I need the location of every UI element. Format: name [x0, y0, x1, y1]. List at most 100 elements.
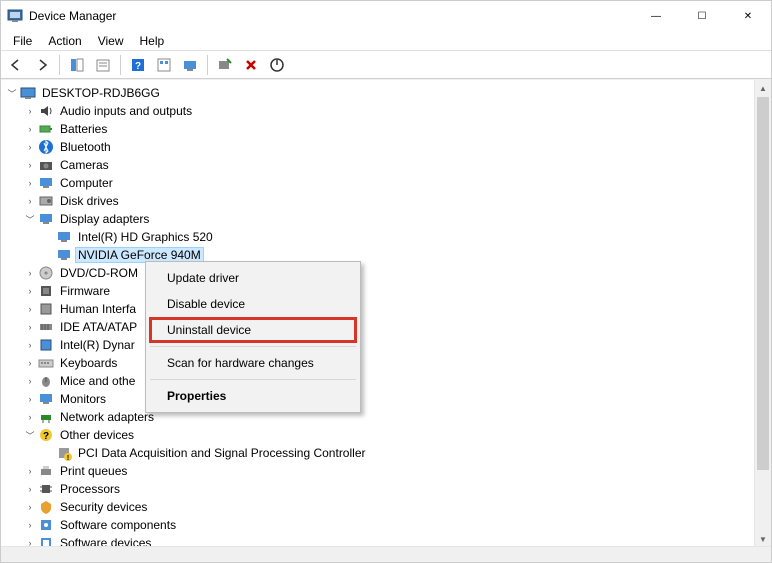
context-properties[interactable]: Properties: [149, 383, 357, 409]
collapse-icon[interactable]: ﹀: [23, 212, 37, 226]
tree-node-label: Processors: [57, 481, 123, 497]
menu-bar: File Action View Help: [1, 31, 771, 51]
window-title: Device Manager: [29, 9, 633, 23]
tree-node-display[interactable]: ﹀ Display adapters: [5, 210, 771, 228]
tree-node-label: Intel(R) Dynar: [57, 337, 138, 353]
show-hide-tree-button[interactable]: [66, 54, 88, 76]
ide-icon: [38, 319, 54, 335]
tree-node-audio[interactable]: › Audio inputs and outputs: [5, 102, 771, 120]
context-uninstall-device[interactable]: Uninstall device: [149, 317, 357, 343]
tree-node-disk[interactable]: › Disk drives: [5, 192, 771, 210]
menu-file[interactable]: File: [5, 32, 40, 50]
tree-node-label: Computer: [57, 175, 116, 191]
camera-icon: [38, 157, 54, 173]
toolbar: ?: [1, 51, 771, 79]
tree-node-network[interactable]: › Network adapters: [5, 408, 771, 426]
content-area: ﹀ DESKTOP-RDJB6GG › Audio inputs and out…: [1, 79, 771, 548]
tree-node-label: PCI Data Acquisition and Signal Processi…: [75, 445, 368, 461]
tree-node-security[interactable]: › Security devices: [5, 498, 771, 516]
tree-node-label: IDE ATA/ATAP: [57, 319, 140, 335]
tree-node-label: DVD/CD-ROM: [57, 265, 141, 281]
tree-node-display-nvidia[interactable]: › NVIDIA GeForce 940M: [5, 246, 771, 264]
app-icon: [7, 8, 23, 24]
enable-device-button[interactable]: [266, 54, 288, 76]
tree-node-software-components[interactable]: › Software components: [5, 516, 771, 534]
collapse-icon[interactable]: ﹀: [23, 428, 37, 442]
tree-node-label: Audio inputs and outputs: [57, 103, 195, 119]
tree-node-label: Human Interfa: [57, 301, 139, 317]
help-button[interactable]: ?: [127, 54, 149, 76]
tree-node-label: Print queues: [57, 463, 130, 479]
tree-node-dvd[interactable]: › DVD/CD-ROM: [5, 264, 771, 282]
properties-button[interactable]: [92, 54, 114, 76]
scrollbar-thumb[interactable]: [757, 97, 769, 470]
tree-node-other[interactable]: ﹀ ? Other devices: [5, 426, 771, 444]
maximize-button[interactable]: ☐: [679, 1, 725, 31]
scroll-up-icon[interactable]: ▲: [755, 80, 771, 97]
display-adapter-icon: [38, 211, 54, 227]
tree-node-ide[interactable]: › IDE ATA/ATAP: [5, 318, 771, 336]
expand-icon[interactable]: ›: [23, 194, 37, 208]
expand-icon[interactable]: ›: [23, 338, 37, 352]
bluetooth-icon: [38, 139, 54, 155]
expand-icon[interactable]: ›: [23, 374, 37, 388]
expand-icon[interactable]: ›: [23, 104, 37, 118]
expand-icon[interactable]: ›: [23, 158, 37, 172]
scrollbar-track[interactable]: [755, 97, 771, 531]
tree-root[interactable]: ﹀ DESKTOP-RDJB6GG: [5, 84, 771, 102]
expand-icon[interactable]: ›: [23, 302, 37, 316]
uninstall-device-button[interactable]: [240, 54, 262, 76]
context-scan-hardware[interactable]: Scan for hardware changes: [149, 350, 357, 376]
expand-icon[interactable]: ›: [23, 320, 37, 334]
close-button[interactable]: ✕: [725, 1, 771, 31]
menu-view[interactable]: View: [90, 32, 132, 50]
vertical-scrollbar[interactable]: ▲ ▼: [754, 80, 771, 548]
window-controls: — ☐ ✕: [633, 1, 771, 31]
device-tree[interactable]: ﹀ DESKTOP-RDJB6GG › Audio inputs and out…: [1, 80, 771, 548]
expand-icon[interactable]: ›: [23, 482, 37, 496]
tree-node-computer[interactable]: › Computer: [5, 174, 771, 192]
expand-icon[interactable]: ›: [23, 176, 37, 190]
tree-node-label: Monitors: [57, 391, 109, 407]
scan-hardware-button[interactable]: [214, 54, 236, 76]
expand-icon[interactable]: ›: [23, 140, 37, 154]
generic-device-icon: [38, 337, 54, 353]
tree-node-mice[interactable]: › Mice and othe: [5, 372, 771, 390]
expand-icon[interactable]: ›: [23, 392, 37, 406]
tree-node-firmware[interactable]: › Firmware: [5, 282, 771, 300]
expand-icon[interactable]: ›: [23, 518, 37, 532]
expand-icon[interactable]: ›: [23, 356, 37, 370]
tree-node-monitors[interactable]: › Monitors: [5, 390, 771, 408]
menu-action[interactable]: Action: [40, 32, 89, 50]
expand-icon[interactable]: ›: [23, 464, 37, 478]
tree-node-processors[interactable]: › Processors: [5, 480, 771, 498]
tree-node-batteries[interactable]: › Batteries: [5, 120, 771, 138]
tree-node-display-intel[interactable]: › Intel(R) HD Graphics 520: [5, 228, 771, 246]
tree-node-label: Bluetooth: [57, 139, 114, 155]
update-driver-button[interactable]: [179, 54, 201, 76]
forward-button[interactable]: [31, 54, 53, 76]
horizontal-scrollbar[interactable]: [1, 546, 771, 562]
toolbar-icon-bar-button[interactable]: [153, 54, 175, 76]
minimize-button[interactable]: —: [633, 1, 679, 31]
tree-node-bluetooth[interactable]: › Bluetooth: [5, 138, 771, 156]
svg-text:?: ?: [43, 431, 49, 442]
expand-icon[interactable]: ›: [23, 284, 37, 298]
tree-node-label: DESKTOP-RDJB6GG: [39, 85, 163, 101]
expand-icon[interactable]: ›: [23, 410, 37, 424]
menu-help[interactable]: Help: [132, 32, 173, 50]
expand-icon[interactable]: ›: [23, 500, 37, 514]
back-button[interactable]: [5, 54, 27, 76]
context-disable-device[interactable]: Disable device: [149, 291, 357, 317]
tree-node-cameras[interactable]: › Cameras: [5, 156, 771, 174]
expand-icon[interactable]: ›: [23, 266, 37, 280]
firmware-icon: [38, 283, 54, 299]
tree-node-keyboards[interactable]: › Keyboards: [5, 354, 771, 372]
tree-node-pci-daq[interactable]: › ! PCI Data Acquisition and Signal Proc…: [5, 444, 771, 462]
expand-icon[interactable]: ﹀: [5, 86, 19, 100]
expand-icon[interactable]: ›: [23, 122, 37, 136]
context-update-driver[interactable]: Update driver: [149, 265, 357, 291]
tree-node-hid[interactable]: › Human Interfa: [5, 300, 771, 318]
tree-node-print-queues[interactable]: › Print queues: [5, 462, 771, 480]
tree-node-intel-dynamic[interactable]: › Intel(R) Dynar: [5, 336, 771, 354]
